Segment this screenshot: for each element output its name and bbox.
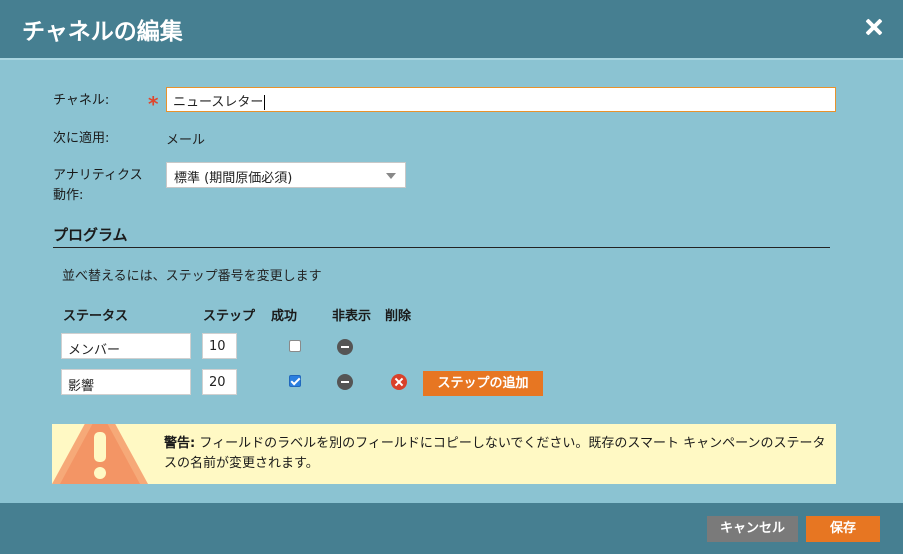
- divider: [0, 58, 903, 60]
- warning-text: 警告: フィールドのラベルを別のフィールドにコピーしないでください。既存のスマー…: [164, 434, 829, 474]
- warning-message: フィールドのラベルを別のフィールドにコピーしないでください。既存のスマート キャ…: [164, 436, 826, 471]
- analytics-behavior-label-line2: 動作:: [53, 188, 84, 203]
- status-name-value: 影響: [68, 379, 95, 394]
- cancel-button[interactable]: キャンセル: [707, 516, 798, 542]
- status-name-input[interactable]: 影響: [61, 369, 191, 395]
- section-divider: [53, 247, 830, 248]
- step-number-value: 10: [209, 339, 226, 354]
- reorder-hint: 並べ替えるには、ステップ番号を変更します: [62, 269, 322, 284]
- warning-banner: 警告: フィールドのラベルを別のフィールドにコピーしないでください。既存のスマー…: [52, 424, 836, 484]
- column-hidden: 非表示: [332, 309, 372, 324]
- add-step-button[interactable]: ステップの追加: [423, 371, 543, 396]
- close-icon[interactable]: [865, 18, 883, 36]
- hide-minus-icon[interactable]: [337, 339, 353, 355]
- column-delete: 削除: [385, 309, 412, 324]
- channel-name-value: ニュースレター: [173, 95, 264, 110]
- applies-to-value: メール: [166, 133, 206, 148]
- success-checkbox-checked[interactable]: [289, 375, 301, 387]
- analytics-behavior-label-line1: アナリティクス: [53, 168, 143, 183]
- column-step: ステップ: [203, 309, 256, 324]
- channel-label: チャネル:: [53, 93, 110, 108]
- step-number-value: 20: [209, 375, 226, 390]
- channel-name-input[interactable]: ニュースレター: [166, 87, 836, 112]
- warning-triangle-icon: [52, 424, 148, 484]
- program-section-heading: プログラム: [53, 226, 128, 244]
- step-number-input[interactable]: 20: [202, 369, 237, 395]
- applies-to-label: 次に適用:: [53, 131, 110, 146]
- status-name-input[interactable]: メンバー: [61, 333, 191, 359]
- delete-x-icon[interactable]: [391, 374, 407, 390]
- success-checkbox[interactable]: [289, 340, 301, 352]
- text-cursor: [264, 95, 266, 110]
- save-button[interactable]: 保存: [806, 516, 880, 542]
- column-success: 成功: [271, 309, 298, 324]
- step-number-input[interactable]: 10: [202, 333, 237, 359]
- analytics-behavior-select[interactable]: 標準 (期間原価必須): [166, 162, 406, 188]
- hide-minus-icon[interactable]: [337, 374, 353, 390]
- warning-prefix: 警告:: [164, 436, 196, 451]
- dialog-title: チャネルの編集: [22, 19, 183, 45]
- analytics-behavior-value: 標準 (期間原価必須): [174, 171, 293, 186]
- required-asterisk-icon: *: [148, 92, 159, 116]
- status-name-value: メンバー: [68, 343, 121, 358]
- column-status: ステータス: [63, 309, 129, 324]
- chevron-down-icon: [386, 173, 396, 179]
